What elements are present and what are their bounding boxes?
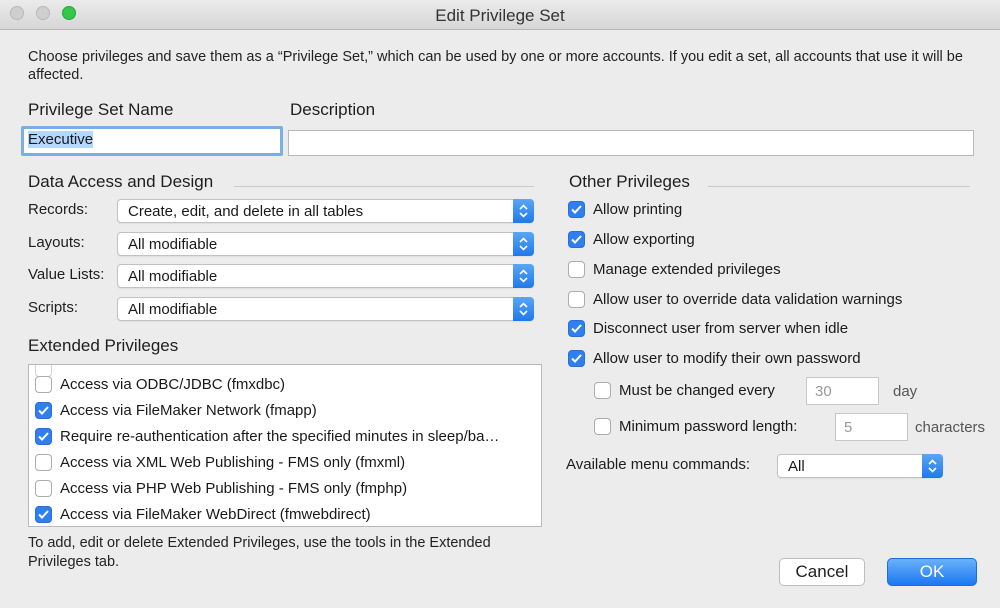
checkbox-unchecked[interactable] (35, 479, 52, 497)
checkbox-checked[interactable] (35, 427, 52, 445)
menu-commands-select[interactable]: All (777, 454, 943, 478)
records-select-value: Create, edit, and delete in all tables (128, 203, 364, 220)
allow-exporting-label: Allow exporting (593, 230, 695, 248)
menu-commands-label: Available menu commands: (566, 456, 750, 473)
disconnect-idle-checkbox[interactable]: Disconnect user from server when idle (568, 317, 848, 339)
password-length-input[interactable]: 5 (835, 413, 908, 441)
chevron-updown-icon (513, 232, 534, 256)
data-access-section-title: Data Access and Design (28, 172, 214, 191)
password-change-days-input[interactable]: 30 (806, 377, 879, 405)
list-item-label: Require re-authentication after the spec… (60, 427, 500, 445)
privilege-set-name-value: Executive (28, 131, 94, 148)
list-item[interactable]: Access via XML Web Publishing - FMS only… (35, 451, 405, 473)
override-validation-checkbox[interactable]: Allow user to override data validation w… (568, 288, 902, 310)
extended-privileges-title: Extended Privileges (28, 336, 179, 355)
manage-extended-privileges-checkbox[interactable]: Manage extended privileges (568, 258, 781, 280)
checkbox-unchecked[interactable] (568, 260, 585, 278)
ok-button[interactable]: OK (887, 558, 977, 586)
list-item[interactable]: Access via FileMaker Network (fmapp) (35, 399, 317, 421)
list-item-label: Access via ODBC/JDBC (fmxdbc) (60, 375, 286, 393)
chevron-updown-icon (513, 199, 534, 223)
chevron-updown-icon (513, 264, 534, 288)
list-item-label: Access via PHP Web Publishing - FMS only… (60, 479, 408, 497)
window-title: Edit Privilege Set (435, 6, 565, 25)
description-label: Description (290, 100, 376, 119)
checkbox-checked[interactable] (568, 200, 585, 218)
checkbox-unchecked[interactable] (35, 453, 52, 471)
records-select[interactable]: Create, edit, and delete in all tables (117, 199, 534, 223)
description-input[interactable] (288, 130, 974, 156)
layouts-label: Layouts: (28, 234, 85, 251)
allow-printing-checkbox[interactable]: Allow printing (568, 198, 682, 220)
password-length-unit: characters (915, 419, 986, 436)
value-lists-label: Value Lists: (28, 266, 105, 283)
checkbox-checked[interactable] (568, 230, 585, 248)
checkbox-unchecked[interactable] (35, 375, 52, 393)
password-change-label: Must be changed every (619, 381, 775, 399)
records-label: Records: (28, 201, 89, 218)
checkbox-checked[interactable] (568, 319, 585, 337)
other-privileges-title: Other Privileges (569, 172, 690, 191)
checkbox-unchecked[interactable] (594, 417, 611, 435)
privilege-set-name-label: Privilege Set Name (28, 100, 174, 119)
scripts-select-value: All modifiable (128, 301, 218, 318)
password-change-checkbox[interactable]: Must be changed every (594, 379, 775, 401)
checkbox-unchecked[interactable] (594, 381, 611, 399)
extended-privileges-list[interactable]: Access via ODBC/JDBC (fmxdbc) Access via… (28, 364, 542, 527)
checkbox-unchecked[interactable] (568, 290, 585, 308)
checkbox-checked[interactable] (568, 349, 585, 367)
list-item-label: Access via XML Web Publishing - FMS only… (60, 453, 406, 471)
override-validation-label: Allow user to override data validation w… (593, 290, 903, 308)
extended-privileges-footnote: To add, edit or delete Extended Privileg… (28, 535, 491, 570)
password-length-label: Minimum password length: (619, 417, 798, 435)
disconnect-idle-label: Disconnect user from server when idle (593, 319, 849, 337)
password-length-checkbox[interactable]: Minimum password length: (594, 415, 797, 437)
value-lists-select[interactable]: All modifiable (117, 264, 534, 288)
scripts-label: Scripts: (28, 299, 79, 316)
list-item-label: Access via FileMaker WebDirect (fmwebdir… (60, 505, 371, 523)
allow-exporting-checkbox[interactable]: Allow exporting (568, 228, 695, 250)
list-item[interactable]: Require re-authentication after the spec… (35, 425, 499, 447)
list-item[interactable]: Access via PHP Web Publishing - FMS only… (35, 477, 407, 499)
layouts-select-value: All modifiable (128, 236, 218, 253)
checkbox-checked[interactable] (35, 401, 52, 419)
password-change-unit: day (893, 383, 918, 400)
scripts-select[interactable]: All modifiable (117, 297, 534, 321)
list-item-label: Access via FileMaker Network (fmapp) (60, 401, 317, 419)
other-privileges-divider (708, 186, 970, 187)
modify-password-label: Allow user to modify their own password (593, 349, 861, 367)
chevron-updown-icon (513, 297, 534, 321)
list-item[interactable]: Access via FileMaker WebDirect (fmwebdir… (35, 503, 371, 525)
manage-extended-privileges-label: Manage extended privileges (593, 260, 781, 278)
chevron-updown-icon (922, 454, 943, 478)
title-bar: Edit Privilege Set (0, 0, 1000, 30)
modify-password-checkbox[interactable]: Allow user to modify their own password (568, 347, 861, 369)
checkbox-checked[interactable] (35, 505, 52, 523)
layouts-select[interactable]: All modifiable (117, 232, 534, 256)
list-item[interactable]: Access via ODBC/JDBC (fmxdbc) (35, 373, 285, 395)
data-access-divider (234, 186, 534, 187)
menu-commands-select-value: All (788, 458, 805, 475)
privilege-set-name-input[interactable]: Executive (21, 126, 283, 156)
intro-text: Choose privileges and save them as a “Pr… (28, 49, 963, 83)
allow-printing-label: Allow printing (593, 200, 683, 218)
value-lists-select-value: All modifiable (128, 268, 218, 285)
cancel-button[interactable]: Cancel (779, 558, 865, 586)
